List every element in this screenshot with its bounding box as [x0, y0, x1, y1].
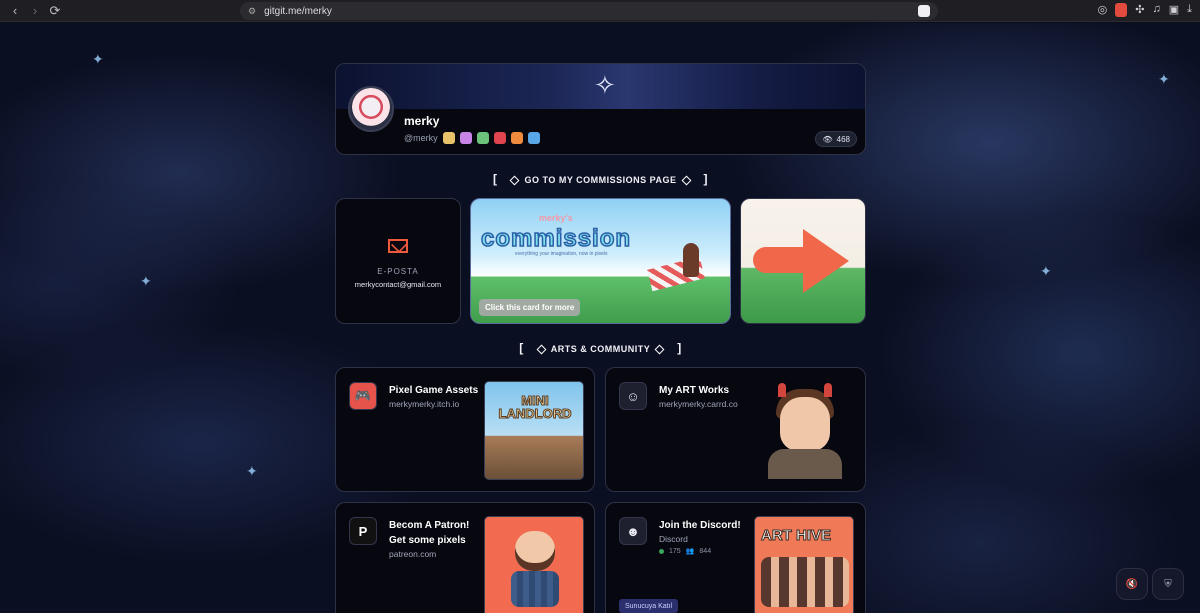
mini-landlord-thumbnail: MINI LANDLORD: [484, 381, 584, 480]
character-portrait: [764, 381, 844, 480]
profile-card: ✧ merky @merky 👁 468: [335, 63, 866, 155]
badge-icon[interactable]: [476, 132, 489, 144]
thumbnail-title: MINI LANDLORD: [498, 393, 572, 421]
avatar[interactable]: [348, 86, 394, 132]
patreon-icon: P: [349, 517, 377, 545]
url-text: gitgit.me/merky: [264, 5, 332, 17]
profile-banner: ✧: [336, 64, 865, 109]
character-group: [761, 557, 849, 607]
email-card[interactable]: E-POSTA merkycontact@gmail.com: [335, 198, 461, 324]
extensions-area: ◎ ✣ ♫ ▣ ⤓: [1098, 3, 1192, 17]
arts-heading: [ARTS & COMMUNITY]: [519, 341, 682, 355]
arrow-head: [803, 229, 849, 293]
mute-button[interactable]: 🔇: [1116, 568, 1148, 600]
brave-rewards-icon[interactable]: [1115, 3, 1128, 17]
portrait-face: [780, 397, 830, 451]
back-icon[interactable]: ‹: [6, 2, 24, 20]
puzzle-icon[interactable]: ✣: [1135, 3, 1144, 17]
speaker-muted-icon: 🔇: [1125, 578, 1139, 590]
site-settings-icon[interactable]: ⚙: [248, 6, 256, 17]
reload-icon[interactable]: ⟳: [46, 2, 64, 20]
diamond-icon: [681, 175, 691, 186]
portrait-body: [768, 449, 842, 479]
brave-shield-icon[interactable]: [918, 5, 930, 17]
download-icon[interactable]: ⤓: [1187, 3, 1192, 17]
link-card-art[interactable]: ☺ My ART Works merkymerky.carrd.co: [605, 367, 866, 492]
diamond-icon: [654, 344, 665, 355]
glasses-icon[interactable]: ◎: [1098, 3, 1108, 17]
email-label: E-POSTA: [377, 267, 419, 276]
link-title: Pixel Game Assets: [389, 385, 479, 396]
browser-toolbar: ‹ › ⟳ ⚙ gitgit.me/merky ◎ ✣ ♫ ▣ ⤓: [0, 0, 1200, 22]
sparkle-icon: ✧: [594, 70, 616, 100]
online-dot-icon: [659, 548, 664, 554]
link-title: Becom A Patron! Get some pixels: [389, 520, 470, 546]
star-icon: ✦: [1040, 263, 1052, 279]
link-title: My ART Works: [659, 385, 730, 396]
commission-title: commission: [480, 224, 632, 253]
profile-name: merky: [404, 114, 440, 128]
star-icon: ✦: [92, 51, 104, 67]
badge-icon[interactable]: [510, 132, 523, 144]
horn-icon: [778, 383, 786, 397]
members-icon: 👥: [685, 548, 695, 555]
verified-badge-icon[interactable]: [527, 132, 540, 144]
diamond-icon: [536, 344, 547, 355]
commission-owner: merky's: [539, 213, 573, 223]
music-icon[interactable]: ♫: [1152, 3, 1160, 17]
badge-icon[interactable]: [442, 132, 455, 144]
commission-tagline: everything your imagination, now in pixe…: [515, 251, 608, 257]
patreon-thumbnail: [484, 516, 584, 613]
thumbnail-title: ART HIVE: [760, 527, 832, 545]
star-icon: ✦: [140, 273, 152, 289]
address-bar[interactable]: ⚙ gitgit.me/merky: [240, 2, 938, 20]
character-sprite: [683, 243, 699, 277]
view-count: 468: [836, 134, 850, 144]
link-subtitle: merkymerky.carrd.co: [659, 399, 738, 409]
report-button[interactable]: ⛨: [1152, 568, 1184, 600]
email-address: merkycontact@gmail.com: [354, 280, 442, 289]
link-subtitle: patreon.com: [389, 549, 437, 559]
sprite-head: [515, 531, 555, 571]
commissions-heading[interactable]: [GO TO MY COMMISSIONS PAGE]: [335, 172, 866, 186]
eye-icon: 👁: [822, 134, 833, 144]
join-server-badge[interactable]: Sunucuya Katıl: [619, 599, 679, 613]
link-card-patreon[interactable]: P Becom A Patron! Get some pixels patreo…: [335, 502, 595, 613]
online-count: 175: [669, 547, 681, 555]
star-icon: ✦: [246, 463, 258, 479]
link-subtitle: Discord: [659, 534, 688, 544]
avatar-icon: ☺: [619, 382, 647, 410]
profile-handle-row: @merky: [404, 132, 540, 144]
forward-icon[interactable]: ›: [26, 2, 44, 20]
arrow-card[interactable]: [740, 198, 866, 324]
diamond-icon: [510, 175, 520, 186]
view-counter: 👁 468: [815, 131, 857, 147]
discord-stats: 175 👥 844: [659, 547, 711, 555]
sprite-shirt: [511, 571, 559, 607]
link-title: Join the Discord!: [659, 520, 741, 531]
commission-cta[interactable]: Click this card for more: [479, 299, 581, 316]
mail-icon: [388, 239, 408, 253]
discord-server-icon: ☻: [619, 517, 647, 545]
itch-icon: 🎮: [349, 382, 377, 410]
link-subtitle: merkymerky.itch.io: [389, 399, 460, 409]
link-card-discord[interactable]: ☻ Join the Discord! Discord 175 👥 844 Su…: [605, 502, 866, 613]
commission-card[interactable]: merky's commission everything your imagi…: [470, 198, 731, 324]
profile-handle: @merky: [404, 133, 438, 143]
star-icon: ✦: [1158, 71, 1170, 87]
horn-icon: [824, 383, 832, 397]
link-card-itch[interactable]: 🎮 Pixel Game Assets merkymerky.itch.io M…: [335, 367, 595, 492]
sidebar-icon[interactable]: ▣: [1169, 3, 1179, 17]
shield-icon: ⛨: [1164, 578, 1172, 590]
badge-icon[interactable]: [493, 132, 506, 144]
art-hive-thumbnail: ART HIVE: [754, 516, 854, 613]
badge-icon[interactable]: [459, 132, 472, 144]
member-count: 844: [699, 547, 712, 555]
